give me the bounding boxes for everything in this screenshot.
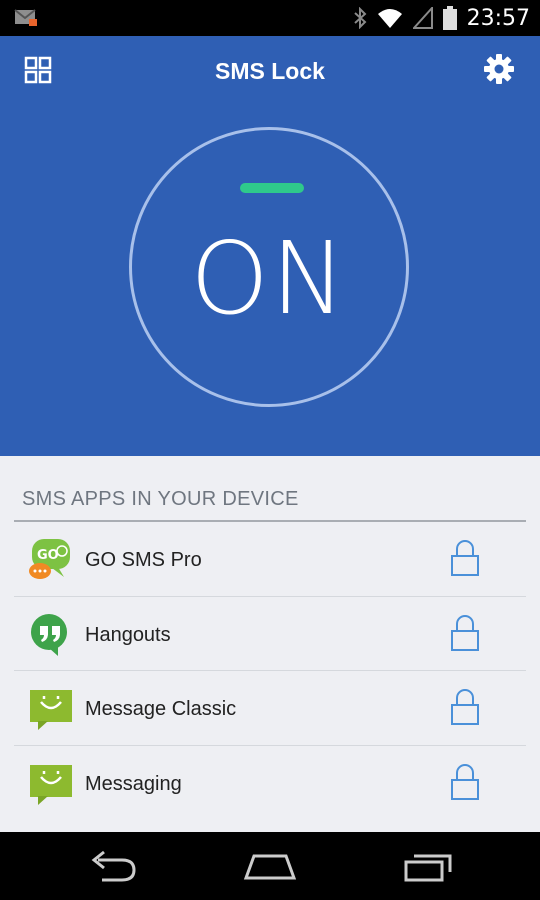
app-list: GO GO SMS Pro Hangouts Message Classic M…: [14, 522, 526, 820]
lock-icon[interactable]: [450, 763, 480, 801]
lock-toggle-button[interactable]: ON: [129, 127, 409, 407]
app-name: Messaging: [85, 772, 182, 795]
on-indicator: [240, 183, 304, 193]
app-name: GO SMS Pro: [85, 549, 202, 571]
wifi-icon: [377, 9, 402, 28]
sms-apps-section: SMS APPS IN YOUR DEVICE GO GO SMS Pro Ha…: [0, 456, 540, 832]
bluetooth-icon: [353, 7, 367, 29]
list-item[interactable]: GO GO SMS Pro: [14, 522, 526, 597]
toggle-state-label: ON: [190, 220, 348, 337]
back-icon[interactable]: [82, 848, 142, 884]
message-classic-icon: [30, 690, 72, 730]
status-icons: 23:57: [353, 0, 530, 36]
status-bar: 23:57: [0, 0, 540, 36]
recents-icon[interactable]: [398, 848, 458, 884]
lock-icon[interactable]: [450, 688, 480, 726]
list-item[interactable]: Message Classic: [14, 671, 526, 746]
home-icon[interactable]: [240, 848, 300, 884]
gear-icon[interactable]: [484, 54, 514, 84]
status-time: 23:57: [466, 5, 530, 31]
gmail-notification-icon: [14, 9, 37, 26]
app-name: Message Classic: [85, 698, 237, 720]
hangouts-icon: [31, 613, 67, 656]
lock-icon[interactable]: [450, 614, 480, 652]
go-sms-icon: GO: [29, 539, 70, 579]
battery-icon: [442, 6, 457, 30]
lock-icon[interactable]: [450, 539, 480, 577]
header: SMS Lock ON: [0, 36, 540, 456]
list-item[interactable]: Hangouts: [14, 597, 526, 671]
section-title: SMS APPS IN YOUR DEVICE: [22, 488, 299, 510]
navigation-bar: [0, 832, 540, 900]
page-title: SMS Lock: [215, 58, 325, 84]
list-item[interactable]: Messaging: [14, 746, 526, 821]
signal-icon: [412, 7, 433, 29]
svg-text:GO: GO: [37, 548, 59, 563]
messaging-icon: [30, 764, 72, 805]
app-name: Hangouts: [85, 623, 171, 646]
